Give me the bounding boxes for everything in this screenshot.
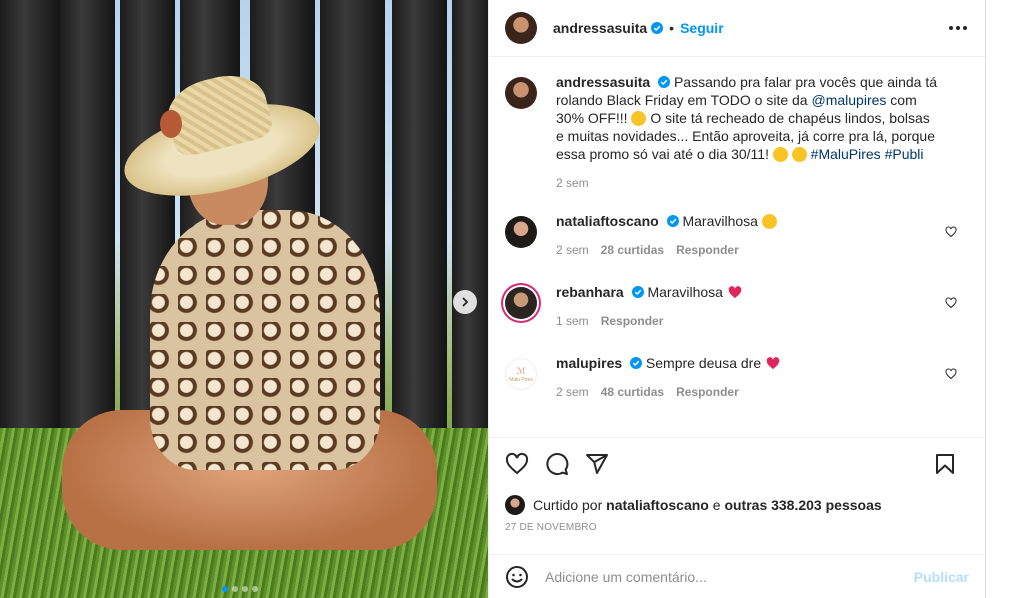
comment-icon[interactable]: [545, 452, 569, 476]
reply-button[interactable]: Responder: [601, 314, 664, 328]
reply-button[interactable]: Responder: [676, 243, 739, 257]
carousel-dot: [252, 586, 258, 592]
fence-post: [0, 0, 60, 440]
comment-item: nataliaftoscano Maravilhosa 2 sem 28 cur…: [505, 212, 969, 257]
avatar[interactable]: [505, 77, 537, 109]
comment-likes[interactable]: 28 curtidas: [601, 243, 664, 257]
comment-input[interactable]: [545, 568, 914, 585]
post-caption: andressasuita Passando pra falar pra voc…: [505, 73, 969, 190]
bookmark-icon[interactable]: [933, 452, 957, 476]
comment-likes[interactable]: 48 curtidas: [601, 385, 664, 399]
like-comment-heart-icon[interactable]: [945, 226, 957, 238]
avatar-logo-text: Malu Pires: [509, 376, 533, 383]
chevron-right-icon: [462, 297, 469, 307]
carousel-dots: [222, 586, 258, 592]
red-heart-emoji: [728, 286, 742, 299]
avatar[interactable]: [505, 287, 537, 319]
verified-badge-icon: [631, 286, 644, 298]
mention-link[interactable]: @malupires: [811, 92, 886, 108]
comment-username[interactable]: nataliaftoscano: [556, 213, 659, 229]
share-icon[interactable]: [585, 452, 609, 476]
post-actions: Curtido por nataliaftoscano e outras 338…: [489, 437, 985, 533]
avatar[interactable]: [505, 12, 537, 44]
comment-time[interactable]: 1 sem: [556, 314, 589, 328]
star-struck-emoji: [761, 214, 777, 229]
comment-item: rebanhara Maravilhosa 1 sem Responder: [505, 283, 969, 328]
verified-badge-icon: [651, 22, 664, 34]
carousel-dot: [222, 586, 228, 592]
reply-button[interactable]: Responder: [676, 385, 739, 399]
avatar[interactable]: [505, 495, 525, 515]
likes-summary: Curtido por nataliaftoscano e outras 338…: [505, 490, 969, 520]
publish-button[interactable]: Publicar: [914, 569, 969, 585]
wink-emoji: [772, 147, 788, 162]
comment-username[interactable]: malupires: [556, 355, 622, 371]
leopard-jacket: [150, 210, 380, 470]
post-header: andressasuita • Seguir: [489, 0, 985, 57]
separator-dot: •: [669, 20, 675, 36]
post-photo[interactable]: [0, 0, 488, 598]
fence-post: [60, 0, 115, 440]
fence-post: [392, 0, 447, 440]
verified-badge-icon: [666, 215, 679, 227]
star-struck-emoji: [791, 147, 807, 162]
post-details-panel: andressasuita • Seguir andressasuita Pas…: [488, 0, 986, 598]
likes-others-link[interactable]: outras 338.203 pessoas: [724, 497, 881, 513]
comment-text: Maravilhosa: [647, 284, 723, 300]
verified-badge-icon: [658, 76, 671, 88]
comment-username[interactable]: rebanhara: [556, 284, 624, 300]
more-options-icon[interactable]: [947, 18, 969, 38]
like-comment-heart-icon[interactable]: [945, 297, 957, 309]
like-comment-heart-icon[interactable]: [945, 368, 957, 380]
likes-connector: e: [712, 497, 721, 513]
caption-username[interactable]: andressasuita: [556, 74, 650, 90]
carousel-dot: [242, 586, 248, 592]
comment-text: Sempre deusa dre: [645, 355, 762, 371]
comment-text: Maravilhosa: [682, 213, 758, 229]
post-date[interactable]: 27 DE NOVEMBRO: [505, 522, 969, 533]
fence-post: [452, 0, 488, 440]
avatar[interactable]: ℳ Malu Pires: [505, 358, 537, 390]
post-username[interactable]: andressasuita: [553, 20, 647, 36]
comment-time[interactable]: 2 sem: [556, 385, 589, 399]
heart-icon[interactable]: [505, 452, 529, 476]
comments-list[interactable]: andressasuita Passando pra falar pra voc…: [489, 57, 985, 437]
hat-badge: [160, 110, 182, 138]
comment-time[interactable]: 2 sem: [556, 243, 589, 257]
avatar[interactable]: [505, 216, 537, 248]
next-slide-button[interactable]: [453, 290, 477, 314]
likes-prefix: Curtido por: [533, 497, 603, 513]
liked-by-user[interactable]: nataliaftoscano: [606, 497, 709, 513]
verified-badge-icon: [630, 357, 643, 369]
red-heart-emoji: [766, 357, 780, 370]
hashtag-links[interactable]: #MaluPires #Publi: [811, 146, 924, 162]
caption-time[interactable]: 2 sem: [556, 176, 589, 190]
star-struck-emoji: [631, 111, 647, 126]
comment-item: ℳ Malu Pires malupires Sempre deusa dre …: [505, 354, 969, 399]
emoji-icon[interactable]: [505, 565, 529, 589]
add-comment-bar: Publicar: [489, 554, 985, 598]
follow-button[interactable]: Seguir: [680, 20, 724, 36]
carousel-dot: [232, 586, 238, 592]
